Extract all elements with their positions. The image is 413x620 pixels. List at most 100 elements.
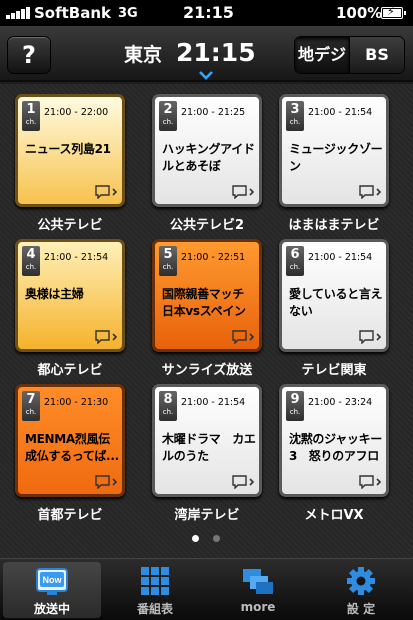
tab-more[interactable]: more	[209, 562, 307, 618]
program-time: 21:00 - 21:30	[44, 397, 109, 408]
segment-terrestrial[interactable]: 地デジ	[295, 37, 349, 73]
region-label: 東京	[124, 44, 163, 66]
comment-icon[interactable]	[358, 330, 382, 344]
program-title: 奥様は主婦	[25, 287, 84, 301]
program-time: 21:00 - 23:24	[308, 397, 373, 408]
channel-number-badge: 2 ch.	[159, 101, 177, 131]
channel-tile[interactable]: 5 ch. 21:00 - 22:51 国際親善マッチ 日本vsスペイン	[152, 239, 262, 352]
status-bar: SoftBank 3G 21:15 100% ⚡	[0, 0, 413, 26]
comment-icon[interactable]	[94, 185, 118, 199]
channel-unit: ch.	[162, 408, 174, 416]
comment-icon[interactable]	[358, 475, 382, 489]
channel-unit: ch.	[289, 263, 301, 271]
tab-settings[interactable]: 設 定	[312, 562, 410, 618]
channel-unit: ch.	[289, 118, 301, 126]
channel-number-badge: 5 ch.	[159, 246, 177, 276]
signal-strength-icon	[6, 7, 32, 19]
channel-number-badge: 3 ch.	[286, 101, 304, 131]
channel-number: 9	[290, 392, 300, 407]
channel-name: 都心テレビ	[37, 363, 103, 378]
program-title: MENMA烈風伝 成仏するってば...	[25, 432, 119, 463]
comment-icon[interactable]	[231, 475, 255, 489]
channel-number: 4	[26, 247, 36, 262]
program-time: 21:00 - 21:54	[308, 252, 373, 263]
channel-name: テレビ関東	[301, 363, 367, 378]
broadcast-type-segmented-control: 地デジ BS	[294, 36, 405, 74]
channel-unit: ch.	[25, 408, 37, 416]
channel-tile[interactable]: 1 ch. 21:00 - 22:00 ニュース列島21	[15, 94, 125, 207]
comment-icon[interactable]	[231, 185, 255, 199]
channel-number-badge: 8 ch.	[159, 391, 177, 421]
channel-tile[interactable]: 6 ch. 21:00 - 21:54 愛していると言えない	[279, 239, 389, 352]
network-type: 3G	[118, 6, 138, 21]
channel-tile[interactable]: 8 ch. 21:00 - 21:54 木曜ドラマ カエルのうた	[152, 384, 262, 497]
tab-label: 放送中	[33, 602, 70, 616]
channel-number-badge: 6 ch.	[286, 246, 304, 276]
program-time: 21:00 - 21:54	[308, 107, 373, 118]
channel-tile[interactable]: 4 ch. 21:00 - 21:54 奥様は主婦	[15, 239, 125, 352]
page-indicator-dot-active[interactable]	[192, 535, 199, 542]
gear-icon	[347, 567, 375, 595]
battery-icon: ⚡	[381, 5, 406, 19]
channel-number-badge: 4 ch.	[22, 246, 40, 276]
channel-number: 5	[163, 247, 173, 262]
page-indicator-dot[interactable]	[213, 535, 220, 542]
channel-number-badge: 1 ch.	[22, 101, 40, 131]
status-clock: 21:15	[183, 3, 234, 22]
channel-name: メトロVX	[304, 508, 364, 523]
channel-number: 8	[163, 392, 173, 407]
tab-bar: Now 放送中 番組表 more 設 定	[0, 558, 413, 620]
channel-name: 公共テレビ	[37, 218, 103, 233]
channel-number: 3	[290, 102, 300, 117]
channel-tile[interactable]: 9 ch. 21:00 - 23:24 沈黙のジャッキー3 怒りのアフロ	[279, 384, 389, 497]
channel-number: 1	[26, 102, 36, 117]
program-grid-icon	[141, 567, 169, 595]
channel-unit: ch.	[162, 118, 174, 126]
program-title: 愛していると言えない	[289, 287, 383, 318]
now-badge-text: Now	[43, 575, 63, 585]
channel-tile[interactable]: 2 ch. 21:00 - 21:25 ハッキングアイドルとあそぼ	[152, 94, 262, 207]
comment-icon[interactable]	[231, 330, 255, 344]
channel-tile[interactable]: 3 ch. 21:00 - 21:54 ミュージックゾーン	[279, 94, 389, 207]
channel-unit: ch.	[289, 408, 301, 416]
channel-name: はまはまテレビ	[288, 218, 380, 233]
comment-icon[interactable]	[358, 185, 382, 199]
tab-now-playing[interactable]: Now 放送中	[3, 562, 101, 618]
carrier-name: SoftBank	[34, 4, 112, 22]
tab-label: 設 定	[346, 602, 376, 616]
channel-number-badge: 9 ch.	[286, 391, 304, 421]
help-button[interactable]: ?	[7, 36, 51, 74]
current-time: 21:15	[176, 38, 256, 67]
channel-number: 6	[290, 247, 300, 262]
channel-tile[interactable]: 7 ch. 21:00 - 21:30 MENMA烈風伝 成仏するってば...	[15, 384, 125, 497]
program-title: 国際親善マッチ 日本vsスペイン	[162, 287, 246, 318]
channel-number: 2	[163, 102, 173, 117]
program-title: 沈黙のジャッキー3 怒りのアフロ	[289, 432, 383, 463]
tab-label: more	[240, 600, 276, 614]
segment-bs[interactable]: BS	[349, 37, 404, 73]
chevron-down-icon[interactable]	[199, 70, 213, 80]
program-title: ミュージックゾーン	[289, 142, 383, 173]
nav-title[interactable]: 東京 21:15	[124, 38, 256, 67]
channel-unit: ch.	[162, 263, 174, 271]
channel-unit: ch.	[25, 118, 37, 126]
channel-name: 公共テレビ2	[169, 218, 245, 233]
program-time: 21:00 - 22:00	[44, 107, 109, 118]
channel-unit: ch.	[25, 263, 37, 271]
battery-percent: 100%	[336, 4, 383, 22]
comment-icon[interactable]	[94, 330, 118, 344]
channel-number-badge: 7 ch.	[22, 391, 40, 421]
program-title: ハッキングアイドルとあそぼ	[162, 142, 255, 173]
channel-name: 湾岸テレビ	[174, 508, 240, 523]
program-time: 21:00 - 22:51	[181, 252, 246, 263]
tab-program-guide[interactable]: 番組表	[106, 562, 204, 618]
channel-name: 首都テレビ	[37, 508, 103, 523]
program-time: 21:00 - 21:25	[181, 107, 246, 118]
tab-label: 番組表	[136, 602, 173, 616]
program-time: 21:00 - 21:54	[181, 397, 246, 408]
now-tv-icon: Now	[36, 568, 68, 595]
more-windows-icon	[243, 569, 273, 594]
channel-name: サンライズ放送	[161, 363, 253, 378]
comment-icon[interactable]	[94, 475, 118, 489]
program-title: ニュース列島21	[25, 142, 111, 156]
